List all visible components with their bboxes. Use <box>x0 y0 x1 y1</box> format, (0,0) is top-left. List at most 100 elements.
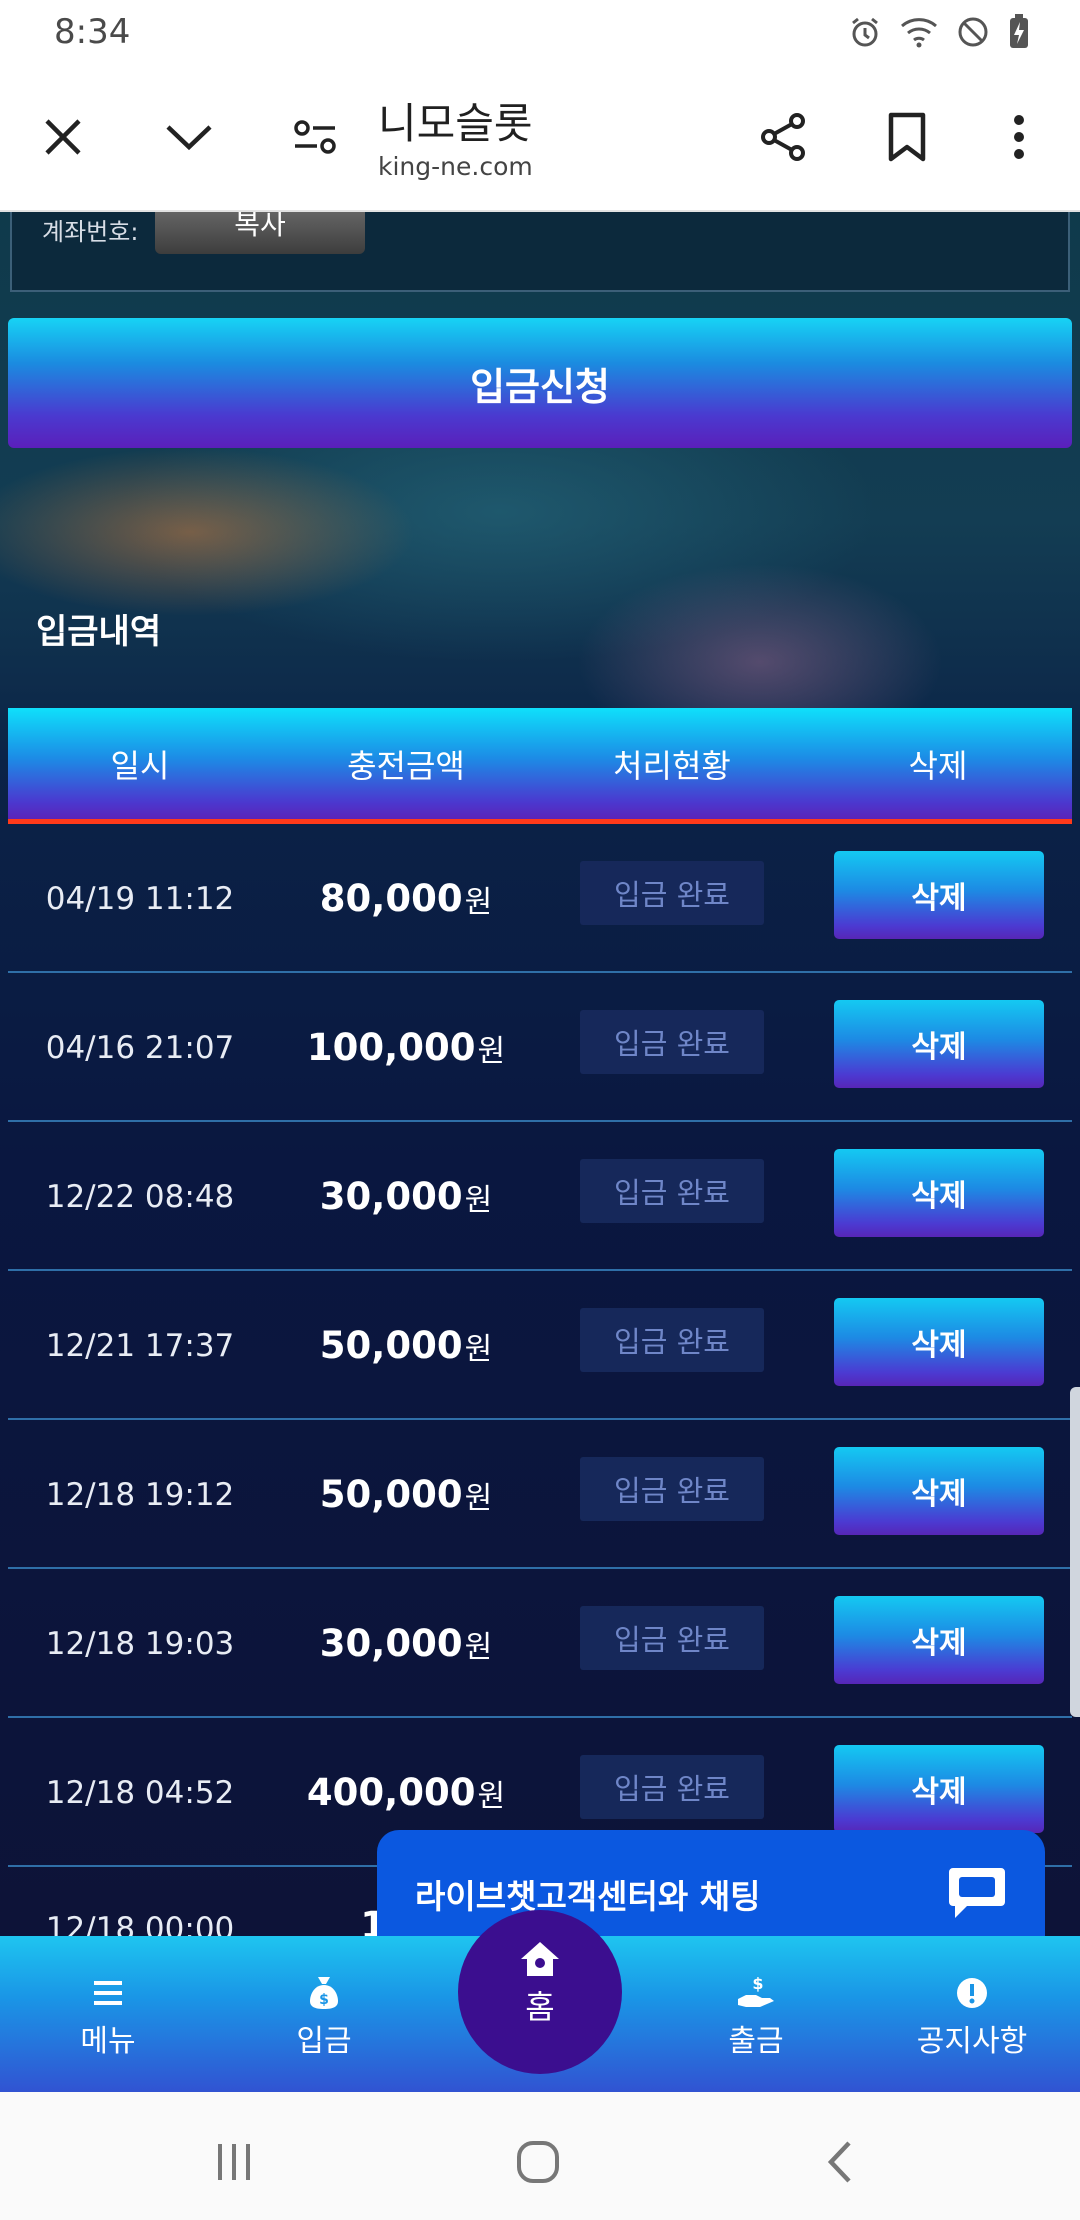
row-date: 12/18 19:03 <box>45 1625 235 1662</box>
page-title: 니모슬롯 <box>378 99 533 148</box>
nav-menu-label: 메뉴 <box>80 2024 136 2059</box>
battery-charging-icon <box>1008 14 1030 54</box>
row-amount: 30,000 원 <box>272 1569 540 1718</box>
browser-toolbar: 니모슬롯 king-ne.com <box>0 64 1080 212</box>
delete-button[interactable]: 삭제 <box>834 1298 1044 1386</box>
amount-value: 50,000 <box>319 1324 463 1367</box>
delete-button[interactable]: 삭제 <box>834 1000 1044 1088</box>
nav-menu[interactable]: 메뉴 <box>18 1972 198 2060</box>
chevron-down-icon[interactable] <box>154 102 224 172</box>
amount-value: 80,000 <box>319 877 463 920</box>
do-not-disturb-icon <box>956 15 990 53</box>
share-icon[interactable] <box>748 102 818 172</box>
nav-withdraw[interactable]: $ 출금 <box>666 1972 846 2060</box>
close-icon[interactable] <box>28 102 98 172</box>
amount-unit: 원 <box>477 1778 506 1814</box>
deposit-request-button[interactable]: 입금신청 <box>8 318 1072 448</box>
wifi-icon <box>900 16 938 52</box>
live-chat-label: 라이브챗고객센터와 채팅 <box>415 1877 761 1916</box>
amount-value: 100,000 <box>306 1026 476 1069</box>
column-header-delete: 삭제 <box>908 746 968 785</box>
amount-unit: 원 <box>464 1629 493 1665</box>
amount-unit: 원 <box>477 1033 506 1069</box>
bookmark-icon[interactable] <box>872 102 942 172</box>
table-header: 일시 충전금액 처리현황 삭제 <box>8 708 1072 824</box>
table-row: 12/21 17:37 50,000 원 입금 완료 삭제 <box>8 1271 1072 1420</box>
amount-value: 50,000 <box>319 1473 463 1516</box>
deposit-history-title: 입금내역 <box>36 612 162 652</box>
row-date: 12/18 19:12 <box>45 1476 235 1513</box>
row-date: 12/22 08:48 <box>45 1178 235 1215</box>
alert-circle-icon <box>882 1972 1062 2014</box>
nav-home-button[interactable]: 홈 <box>458 1910 622 2074</box>
nav-notice[interactable]: 공지사항 <box>882 1972 1062 2060</box>
column-header-amount: 충전금액 <box>347 746 465 785</box>
column-header-date: 일시 <box>110 746 170 785</box>
row-date: 12/18 00:00 <box>45 1911 235 1936</box>
status-badge: 입금 완료 <box>580 1457 764 1521</box>
amount-unit: 원 <box>464 1182 493 1218</box>
account-info-box: 계좌번호: 복사 <box>10 212 1070 292</box>
amount-value: 30,000 <box>319 1622 463 1665</box>
alarm-icon <box>848 15 882 53</box>
delete-button[interactable]: 삭제 <box>834 1596 1044 1684</box>
recent-apps-icon[interactable] <box>204 2132 264 2192</box>
row-amount: 80,000 원 <box>272 824 540 973</box>
system-navigation-bar <box>0 2092 1080 2220</box>
status-badge: 입금 완료 <box>580 861 764 925</box>
copy-button[interactable]: 복사 <box>155 212 365 254</box>
table-row: 04/19 11:12 80,000 원 입금 완료 삭제 <box>8 824 1072 973</box>
amount-value: 400,000 <box>306 1771 476 1814</box>
svg-text:$: $ <box>752 1975 763 1993</box>
deposit-history-table: 04/19 11:12 80,000 원 입금 완료 삭제 04/16 21:07… <box>8 824 1072 1936</box>
amount-unit: 원 <box>464 1331 493 1367</box>
chat-bubble-icon[interactable] <box>945 1860 1009 1924</box>
table-row: 04/16 21:07 100,000 원 입금 완료 삭제 <box>8 973 1072 1122</box>
row-date: 12/21 17:37 <box>45 1327 235 1364</box>
scrollbar[interactable] <box>1070 1387 1080 1717</box>
hand-money-icon: $ <box>666 1972 846 2014</box>
site-settings-icon[interactable] <box>280 102 350 172</box>
nav-notice-label: 공지사항 <box>916 2024 1028 2059</box>
status-badge: 입금 완료 <box>580 1010 764 1074</box>
svg-text:$: $ <box>319 1992 329 2008</box>
nav-withdraw-label: 출금 <box>728 2024 784 2059</box>
money-bag-icon: $ <box>234 1972 414 2014</box>
table-row: 12/18 19:12 50,000 원 입금 완료 삭제 <box>8 1420 1072 1569</box>
row-date: 04/16 21:07 <box>45 1029 235 1066</box>
column-header-status: 처리현황 <box>613 746 731 785</box>
status-time: 8:34 <box>54 12 131 52</box>
row-amount: 50,000 원 <box>272 1420 540 1569</box>
row-date: 04/19 11:12 <box>45 880 235 917</box>
status-bar: 8:34 <box>0 0 1080 64</box>
status-badge: 입금 완료 <box>580 1755 764 1819</box>
home-system-icon[interactable] <box>508 2132 568 2192</box>
amount-value: 30,000 <box>319 1175 463 1218</box>
table-row: 12/22 08:48 30,000 원 입금 완료 삭제 <box>8 1122 1072 1271</box>
delete-button[interactable]: 삭제 <box>834 1149 1044 1237</box>
status-badge: 입금 완료 <box>580 1606 764 1670</box>
row-amount: 50,000 원 <box>272 1271 540 1420</box>
nav-deposit[interactable]: $ 입금 <box>234 1972 414 2060</box>
amount-unit: 원 <box>464 1480 493 1516</box>
table-row: 12/18 19:03 30,000 원 입금 완료 삭제 <box>8 1569 1072 1718</box>
delete-button[interactable]: 삭제 <box>834 851 1044 939</box>
more-icon[interactable] <box>984 102 1054 172</box>
delete-button[interactable]: 삭제 <box>834 1447 1044 1535</box>
back-icon[interactable] <box>810 2132 870 2192</box>
nav-deposit-label: 입금 <box>296 2024 352 2059</box>
status-badge: 입금 완료 <box>580 1159 764 1223</box>
hamburger-icon <box>18 1972 198 2014</box>
row-date: 12/18 04:52 <box>45 1774 235 1811</box>
amount-unit: 원 <box>464 884 493 920</box>
page-url[interactable]: king-ne.com <box>378 152 533 181</box>
row-amount: 30,000 원 <box>272 1122 540 1271</box>
nav-home-label: 홈 <box>525 1988 555 2026</box>
home-icon <box>458 1938 622 1980</box>
account-number-label: 계좌번호: <box>42 218 139 246</box>
delete-button[interactable]: 삭제 <box>834 1745 1044 1833</box>
status-icons <box>848 14 1030 54</box>
status-badge: 입금 완료 <box>580 1308 764 1372</box>
row-amount: 100,000 원 <box>272 973 540 1122</box>
page-content: 계좌번호: 복사 입금신청 입금내역 일시 충전금액 처리현황 삭제 04/19… <box>0 212 1080 1936</box>
